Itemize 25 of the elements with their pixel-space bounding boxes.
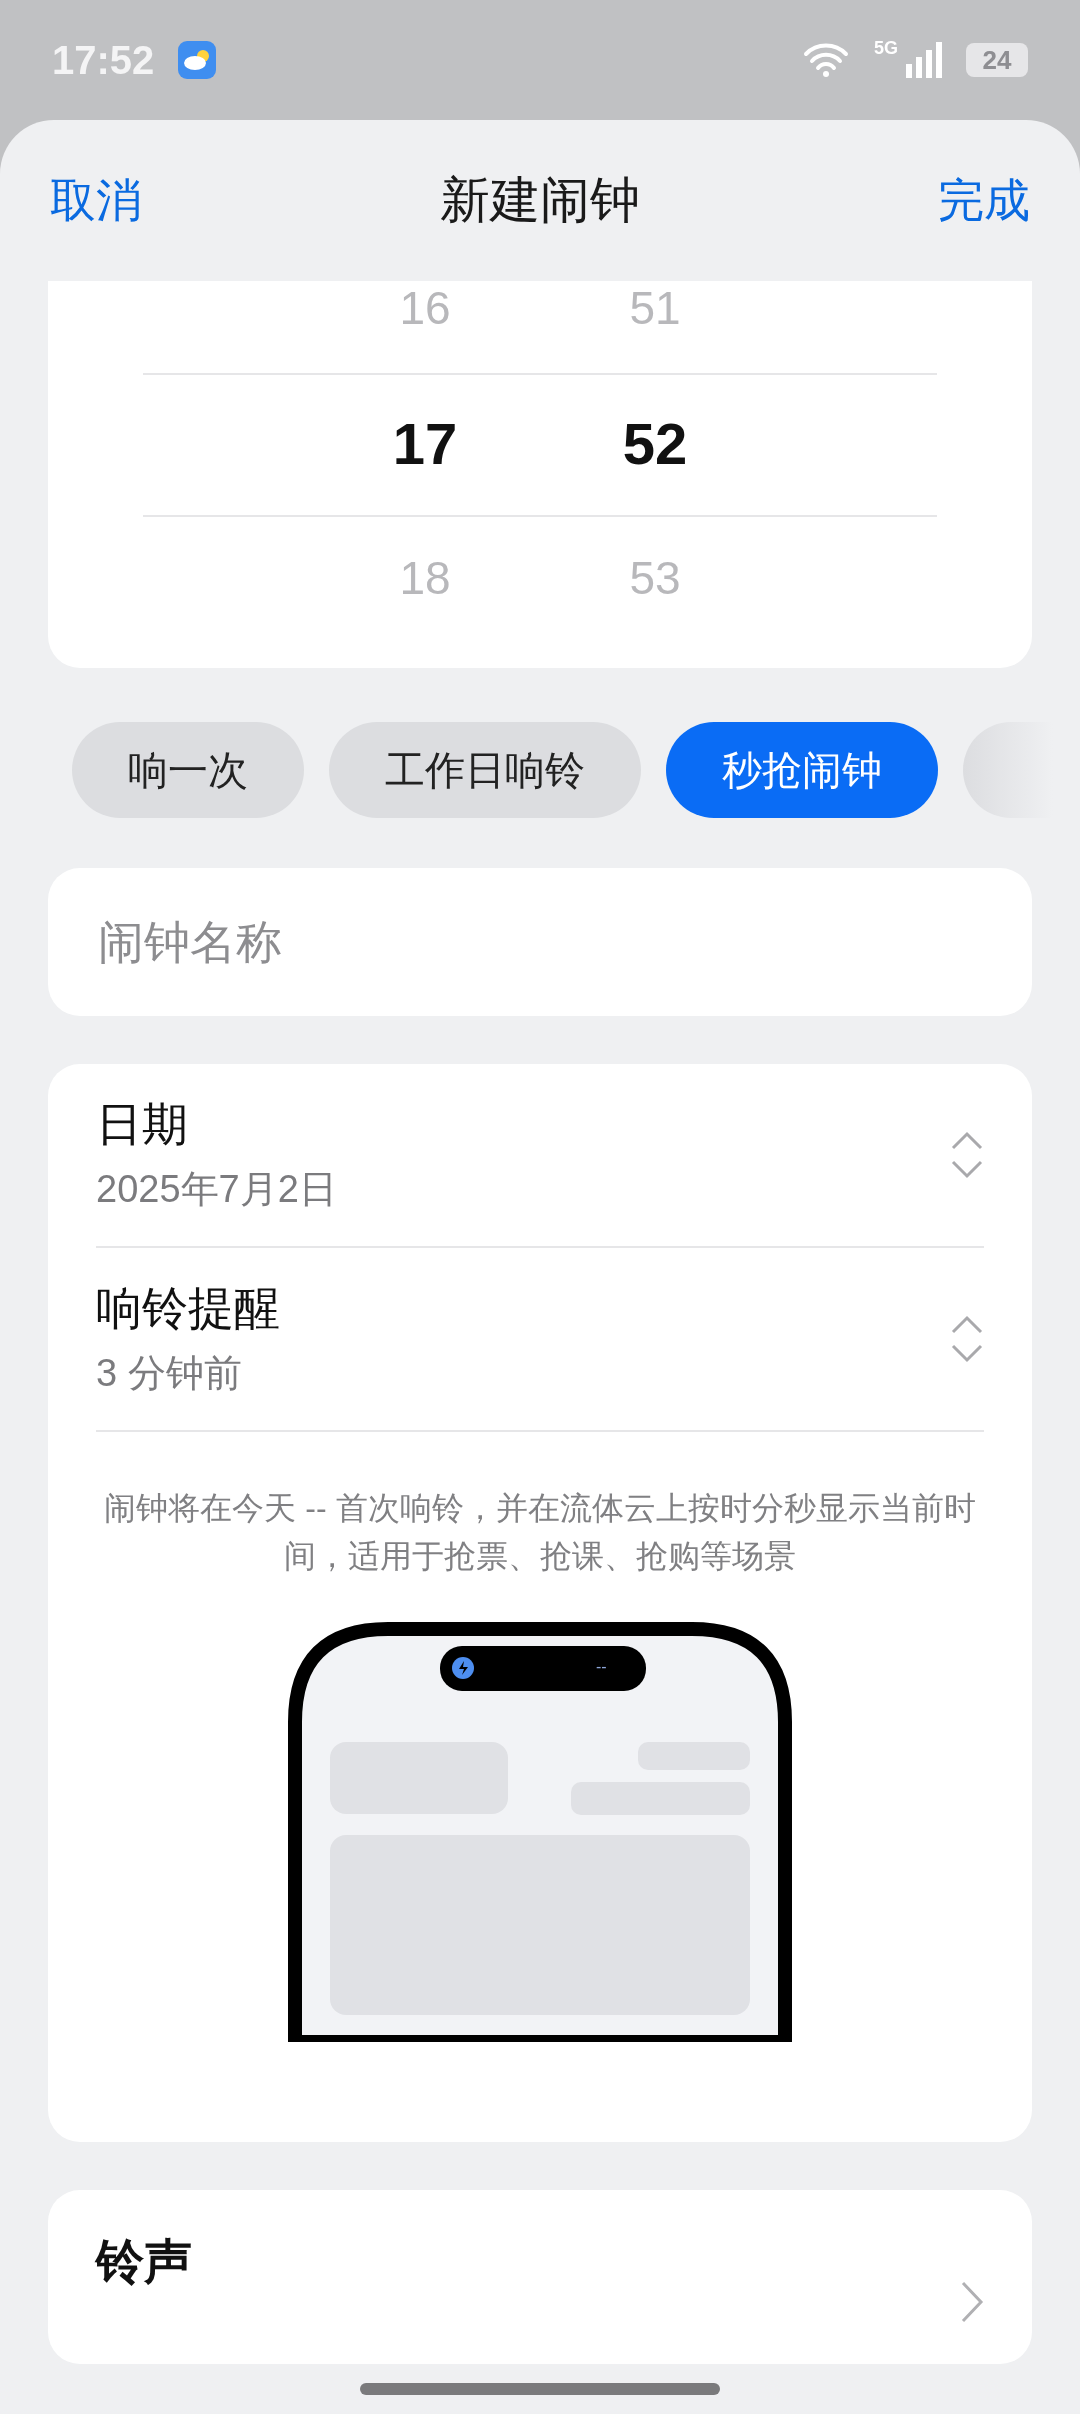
network-label: 5G <box>874 38 898 59</box>
repeat-chip[interactable]: 响一次 <box>72 722 304 819</box>
up-down-icon[interactable] <box>950 1129 984 1180</box>
battery-indicator: 24 <box>966 43 1028 77</box>
repeat-chip[interactable]: 工作日响铃 <box>329 722 641 819</box>
picker-value[interactable]: 17 <box>392 373 458 514</box>
up-down-icon[interactable] <box>950 1313 984 1364</box>
setting-value[interactable]: 3 分钟前 <box>96 1348 950 1400</box>
home-indicator[interactable] <box>360 2383 720 2396</box>
ringtone-label: 铃声 <box>96 2233 192 2290</box>
weather-icon <box>178 41 217 79</box>
wifi-icon <box>802 42 850 78</box>
setting-label: 日期 <box>96 1097 189 1153</box>
repeat-chip[interactable]: 秒抢闹钟 <box>666 722 938 819</box>
setting-value[interactable]: 2025年7月2日 <box>96 1164 950 1216</box>
picker-value[interactable]: 52 <box>622 373 688 514</box>
alarm-name-field[interactable]: 闹钟名称 <box>48 868 1032 1016</box>
ringtone-card[interactable]: 铃声 <box>48 2189 1032 2365</box>
phone-drawing: -- <box>288 1621 792 2042</box>
cancel-button[interactable]: 取消 <box>50 169 142 232</box>
done-button[interactable]: 完成 <box>938 169 1030 232</box>
description-text: 闹钟将在今天 -- 首次响铃，并在流体云上按时分秒显示当前时间，适用于抢票、抢课、抢购等场景 <box>103 1488 977 1576</box>
chevron-right-icon <box>960 2279 984 2324</box>
setting-label: 响铃提醒 <box>96 1281 281 1337</box>
sheet-title: 新建闹钟 <box>440 171 640 230</box>
